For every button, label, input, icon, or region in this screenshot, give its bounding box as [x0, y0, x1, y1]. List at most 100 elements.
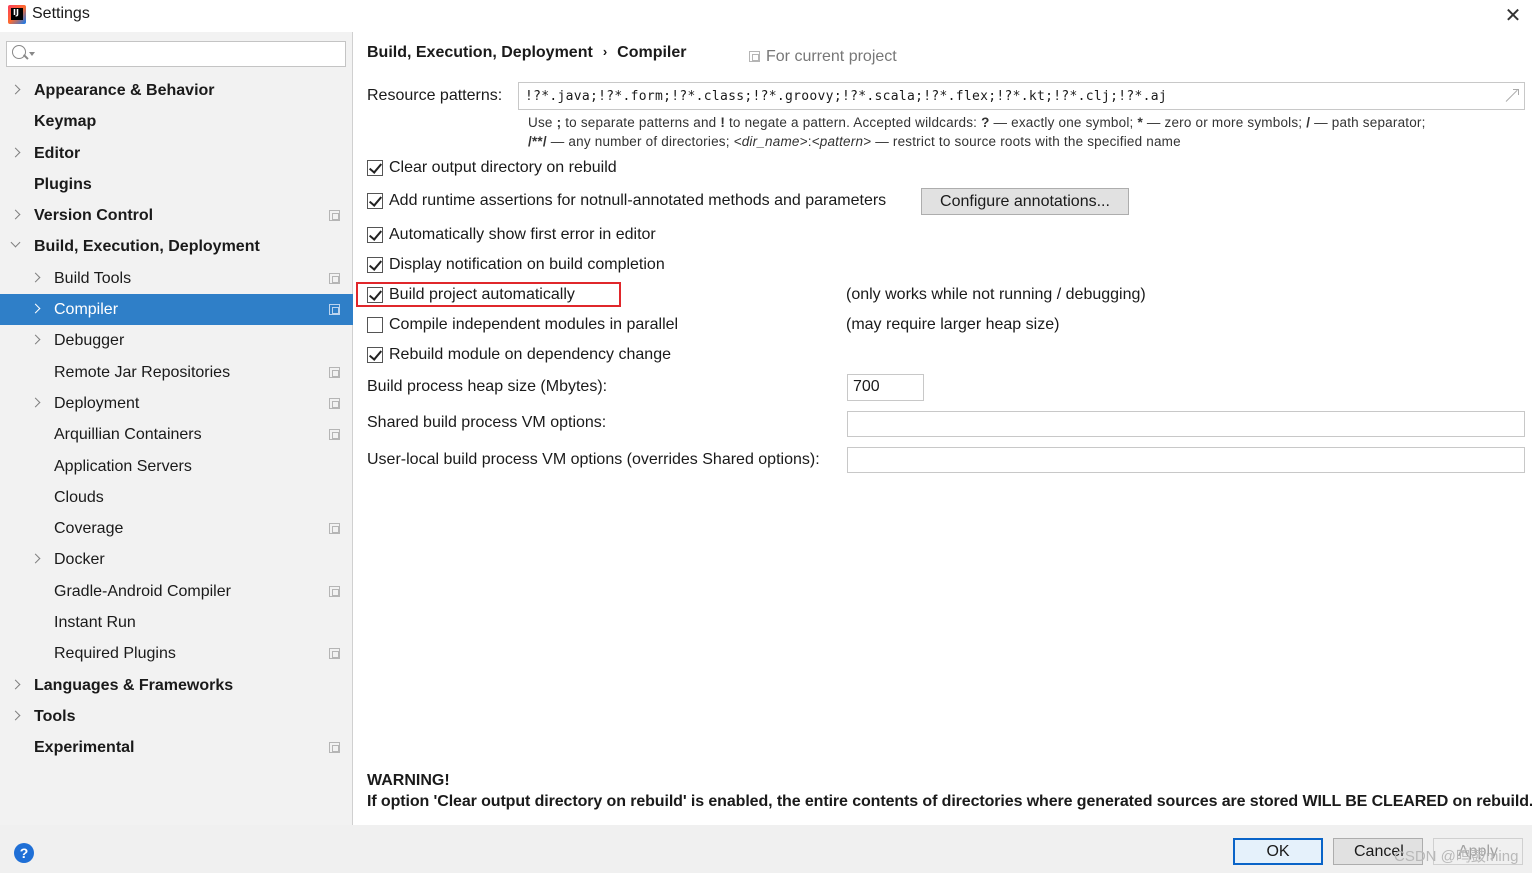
sidebar-item-required-plugins[interactable]: Required Plugins	[0, 638, 353, 669]
project-scope-icon	[329, 366, 340, 378]
sidebar-item-build-execution-deployment[interactable]: Build, Execution, Deployment	[0, 231, 353, 262]
search-options-dropdown-icon[interactable]	[29, 52, 35, 56]
cancel-button[interactable]: Cancel	[1333, 838, 1423, 865]
chevron-right-icon[interactable]	[10, 710, 21, 721]
sidebar-item-coverage[interactable]: Coverage	[0, 513, 353, 544]
project-scope-icon	[329, 272, 340, 284]
checkbox-box[interactable]	[367, 287, 383, 303]
resource-patterns-label: Resource patterns:	[367, 87, 503, 104]
settings-search-input[interactable]	[37, 44, 337, 64]
checkbox-box[interactable]	[367, 257, 383, 273]
sidebar-item-instant-run[interactable]: Instant Run	[0, 607, 353, 638]
sidebar-item-label: Gradle-Android Compiler	[54, 582, 231, 600]
user-local-vm-options-field[interactable]	[847, 447, 1525, 473]
configure-annotations-button[interactable]: Configure annotations...	[921, 188, 1129, 215]
project-scope-icon	[329, 742, 340, 754]
project-scope-icon	[329, 397, 340, 409]
checkbox-label: Rebuild module on dependency change	[389, 346, 671, 363]
help-icon[interactable]: ?	[14, 843, 34, 863]
sidebar-item-gradle-android-compiler[interactable]: Gradle-Android Compiler	[0, 576, 353, 607]
sidebar-item-label: Editor	[34, 144, 81, 162]
sidebar-item-label: Experimental	[34, 739, 135, 757]
title-bar: IJ Settings ✕	[0, 0, 1532, 32]
sidebar-item-tools[interactable]: Tools	[0, 701, 353, 732]
user-local-vm-options-input[interactable]	[853, 450, 1519, 470]
checkbox-label: Clear output directory on rebuild	[389, 159, 617, 176]
sidebar-item-remote-jar-repositories[interactable]: Remote Jar Repositories	[0, 357, 353, 388]
sidebar-item-label: Languages & Frameworks	[34, 676, 234, 694]
sidebar-item-debugger[interactable]: Debugger	[0, 325, 353, 356]
sidebar-item-version-control[interactable]: Version Control	[0, 200, 353, 231]
shared-vm-options-field[interactable]	[847, 411, 1525, 437]
search-icon	[12, 45, 26, 59]
project-scope-icon	[329, 523, 340, 535]
ok-button[interactable]: OK	[1233, 838, 1323, 865]
checkbox-label: Build project automatically	[389, 286, 575, 303]
chevron-right-icon[interactable]	[30, 397, 41, 408]
project-scope-icon	[329, 304, 340, 316]
checkbox-box[interactable]	[367, 347, 383, 363]
sidebar-item-label: Remote Jar Repositories	[54, 363, 231, 381]
heap-size-input[interactable]	[853, 377, 918, 397]
sidebar-item-application-servers[interactable]: Application Servers	[0, 451, 353, 482]
sidebar-item-plugins[interactable]: Plugins	[0, 169, 353, 200]
sidebar-item-label: Application Servers	[54, 457, 192, 475]
checkbox-box[interactable]	[367, 160, 383, 176]
close-icon[interactable]: ✕	[1500, 3, 1526, 27]
chevron-right-icon[interactable]	[10, 679, 21, 690]
warning-title: WARNING!	[367, 772, 450, 789]
chevron-right-icon[interactable]	[30, 303, 41, 314]
resource-patterns-input[interactable]	[525, 86, 1485, 106]
heap-size-label: Build process heap size (Mbytes):	[367, 378, 608, 395]
breadcrumb-separator-icon: ›	[602, 44, 608, 59]
sidebar-item-label: Keymap	[34, 113, 97, 131]
apply-button[interactable]: Apply	[1433, 838, 1523, 865]
sidebar-item-docker[interactable]: Docker	[0, 544, 353, 575]
sidebar-item-build-tools[interactable]: Build Tools	[0, 263, 353, 294]
sidebar-item-appearance-behavior[interactable]: Appearance & Behavior	[0, 75, 353, 106]
sidebar-item-label: Plugins	[34, 175, 92, 193]
chevron-right-icon[interactable]	[10, 147, 21, 158]
checkbox-box[interactable]	[367, 227, 383, 243]
sidebar-item-keymap[interactable]: Keymap	[0, 106, 353, 137]
sidebar-item-clouds[interactable]: Clouds	[0, 482, 353, 513]
sidebar-item-label: Required Plugins	[54, 645, 176, 663]
settings-tree: Appearance & Behavior Keymap Editor Plugins…	[0, 75, 353, 764]
chevron-right-icon[interactable]	[30, 334, 41, 345]
checkbox-label: Compile independent modules in parallel	[389, 316, 679, 333]
compiler-settings-panel: Build, Execution, Deployment › Compiler Fo…	[354, 32, 1532, 825]
sidebar-item-label: Build Tools	[54, 269, 132, 287]
sidebar-item-label: Coverage	[54, 520, 124, 538]
checkbox-label: Add runtime assertions for notnull-annot…	[389, 192, 887, 209]
project-scope-icon	[329, 210, 340, 222]
chevron-down-icon[interactable]	[10, 238, 21, 248]
sidebar-item-experimental[interactable]: Experimental	[0, 732, 353, 763]
checkbox-box[interactable]	[367, 193, 383, 209]
checkbox-label: Automatically show first error in editor	[389, 226, 656, 243]
breadcrumb-item-build-execution-deployment[interactable]: Build, Execution, Deployment	[367, 44, 593, 61]
chevron-right-icon[interactable]	[10, 209, 21, 220]
sidebar-item-compiler[interactable]: Compiler	[0, 294, 353, 326]
settings-sidebar: Appearance & Behavior Keymap Editor Plugins…	[0, 32, 353, 825]
resource-patterns-field[interactable]	[518, 82, 1525, 110]
breadcrumb-item-compiler: Compiler	[617, 44, 687, 61]
sidebar-item-label: Compiler	[54, 301, 119, 319]
heap-size-field[interactable]	[847, 374, 924, 401]
checkbox-box[interactable]	[367, 317, 383, 333]
sidebar-item-label: Instant Run	[54, 614, 136, 632]
chevron-right-icon[interactable]	[10, 84, 21, 95]
chevron-right-icon[interactable]	[30, 272, 41, 283]
compile-parallel-note: (may require larger heap size)	[846, 316, 1060, 333]
sidebar-item-deployment[interactable]: Deployment	[0, 388, 353, 419]
intellij-icon: IJ	[8, 5, 26, 24]
build-automatically-note: (only works while not running / debuggin…	[846, 286, 1146, 303]
sidebar-item-languages-frameworks[interactable]: Languages & Frameworks	[0, 670, 353, 701]
sidebar-item-arquillian-containers[interactable]: Arquillian Containers	[0, 419, 353, 450]
settings-search-box[interactable]	[6, 41, 346, 67]
sidebar-item-editor[interactable]: Editor	[0, 138, 353, 169]
chevron-right-icon[interactable]	[30, 554, 41, 564]
shared-vm-options-input[interactable]	[853, 414, 1519, 434]
expand-icon[interactable]	[1505, 89, 1519, 103]
shared-vm-options-label: Shared build process VM options:	[367, 414, 607, 431]
sidebar-item-label: Clouds	[54, 488, 104, 506]
